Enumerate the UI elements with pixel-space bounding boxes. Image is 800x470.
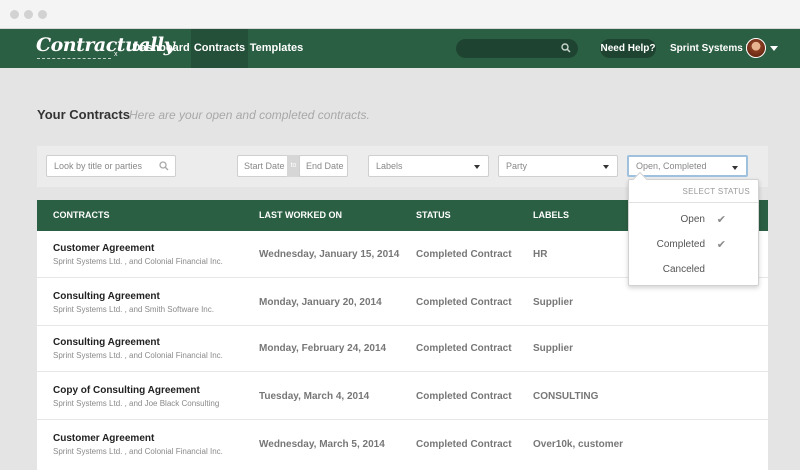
last-worked-on: Wednesday, January 15, 2014 — [259, 249, 400, 260]
status-dropdown-menu: Select Status Open ✔ Completed ✔ Cancele… — [628, 171, 759, 286]
logo-underline — [37, 58, 111, 59]
logo-mark: x — [114, 51, 118, 58]
contract-title[interactable]: Consulting Agreement — [53, 291, 160, 302]
column-header-contracts[interactable]: Contracts — [53, 200, 110, 231]
window-zoom-button[interactable] — [38, 10, 47, 19]
contract-status: Completed Contract — [416, 439, 512, 450]
contract-status: Completed Contract — [416, 343, 512, 354]
contract-title[interactable]: Copy of Consulting Agreement — [53, 385, 200, 396]
contract-labels: Supplier — [533, 343, 574, 354]
contract-parties: Sprint Systems Ltd. , and Smith Software… — [53, 305, 214, 314]
page-subtitle: Here are your open and completed contrac… — [129, 108, 370, 122]
status-option-completed[interactable]: Completed ✔ — [629, 233, 758, 257]
check-icon: ✔ — [716, 214, 726, 226]
party-select[interactable]: Party — [498, 155, 618, 177]
status-select[interactable]: Open, Completed — [627, 155, 748, 177]
contract-labels: HR — [533, 249, 548, 260]
table-row[interactable]: Consulting Agreement Sprint Systems Ltd.… — [37, 279, 768, 326]
status-option-label: Canceled — [662, 264, 705, 275]
search-input[interactable]: Look by title or parties — [46, 155, 176, 177]
last-worked-on: Monday, February 24, 2014 — [259, 343, 387, 354]
dropdown-divider — [629, 202, 758, 203]
window-titlebar — [0, 0, 800, 29]
contract-status: Completed Contract — [416, 391, 512, 402]
status-select-value: Open, Completed — [636, 161, 707, 171]
window-close-button[interactable] — [10, 10, 19, 19]
status-option-label: Completed — [656, 239, 705, 250]
start-date-placeholder: Start Date — [244, 161, 285, 171]
contract-title[interactable]: Customer Agreement — [53, 243, 154, 254]
top-nav: Contractually x Dashboard Contracts Temp… — [0, 29, 800, 68]
status-option-label: Open — [680, 214, 705, 225]
nav-search-input[interactable] — [456, 39, 578, 58]
contract-title[interactable]: Customer Agreement — [53, 433, 154, 444]
column-header-last-worked-on[interactable]: Last Worked On — [259, 200, 342, 231]
dropdown-caret-icon — [603, 165, 609, 169]
contract-status: Completed Contract — [416, 297, 512, 308]
table-row[interactable]: Consulting Agreement Sprint Systems Ltd.… — [37, 325, 768, 372]
contract-labels: CONSULTING — [533, 391, 599, 402]
contract-status: Completed Contract — [416, 249, 512, 260]
end-date-placeholder: End Date — [306, 161, 344, 171]
nav-templates[interactable]: Templates — [248, 29, 305, 68]
labels-select-value: Labels — [376, 161, 403, 171]
contract-parties: Sprint Systems Ltd. , and Joe Black Cons… — [53, 399, 220, 408]
column-header-status[interactable]: Status — [416, 200, 451, 231]
contract-parties: Sprint Systems Ltd. , and Colonial Finan… — [53, 257, 223, 266]
contract-labels: Over10k, customer — [533, 439, 624, 450]
party-select-value: Party — [506, 161, 528, 171]
search-icon — [561, 43, 571, 53]
table-row[interactable]: Copy of Consulting Agreement Sprint Syst… — [37, 373, 768, 420]
avatar[interactable] — [746, 38, 766, 58]
search-icon — [159, 161, 169, 171]
column-header-labels[interactable]: Labels — [533, 200, 569, 231]
dropdown-header: Select Status — [682, 187, 750, 196]
start-date-field[interactable]: Start Date — [237, 155, 288, 177]
dropdown-caret-icon — [474, 165, 480, 169]
window-minimize-button[interactable] — [24, 10, 33, 19]
end-date-field[interactable]: End Date — [299, 155, 348, 177]
nav-dashboard[interactable]: Dashboard — [131, 29, 191, 68]
user-menu-caret-icon[interactable] — [770, 46, 778, 51]
contract-title[interactable]: Consulting Agreement — [53, 337, 160, 348]
last-worked-on: Wednesday, March 5, 2014 — [259, 439, 385, 450]
nav-contracts[interactable]: Contracts — [191, 29, 248, 68]
status-option-canceled[interactable]: Canceled — [629, 258, 758, 282]
last-worked-on: Monday, January 20, 2014 — [259, 297, 382, 308]
check-icon: ✔ — [716, 239, 726, 251]
status-option-open[interactable]: Open ✔ — [629, 208, 758, 232]
page-title: Your Contracts — [37, 107, 130, 122]
contract-parties: Sprint Systems Ltd. , and Colonial Finan… — [53, 447, 223, 456]
last-worked-on: Tuesday, March 4, 2014 — [259, 391, 370, 402]
dropdown-caret-icon — [732, 166, 738, 170]
labels-select[interactable]: Labels — [368, 155, 489, 177]
search-placeholder: Look by title or parties — [54, 161, 143, 171]
contract-parties: Sprint Systems Ltd. , and Colonial Finan… — [53, 351, 223, 360]
need-help-button[interactable]: Need Help? — [600, 39, 656, 58]
contract-labels: Supplier — [533, 297, 574, 308]
table-row[interactable]: Customer Agreement Sprint Systems Ltd. ,… — [37, 421, 768, 468]
